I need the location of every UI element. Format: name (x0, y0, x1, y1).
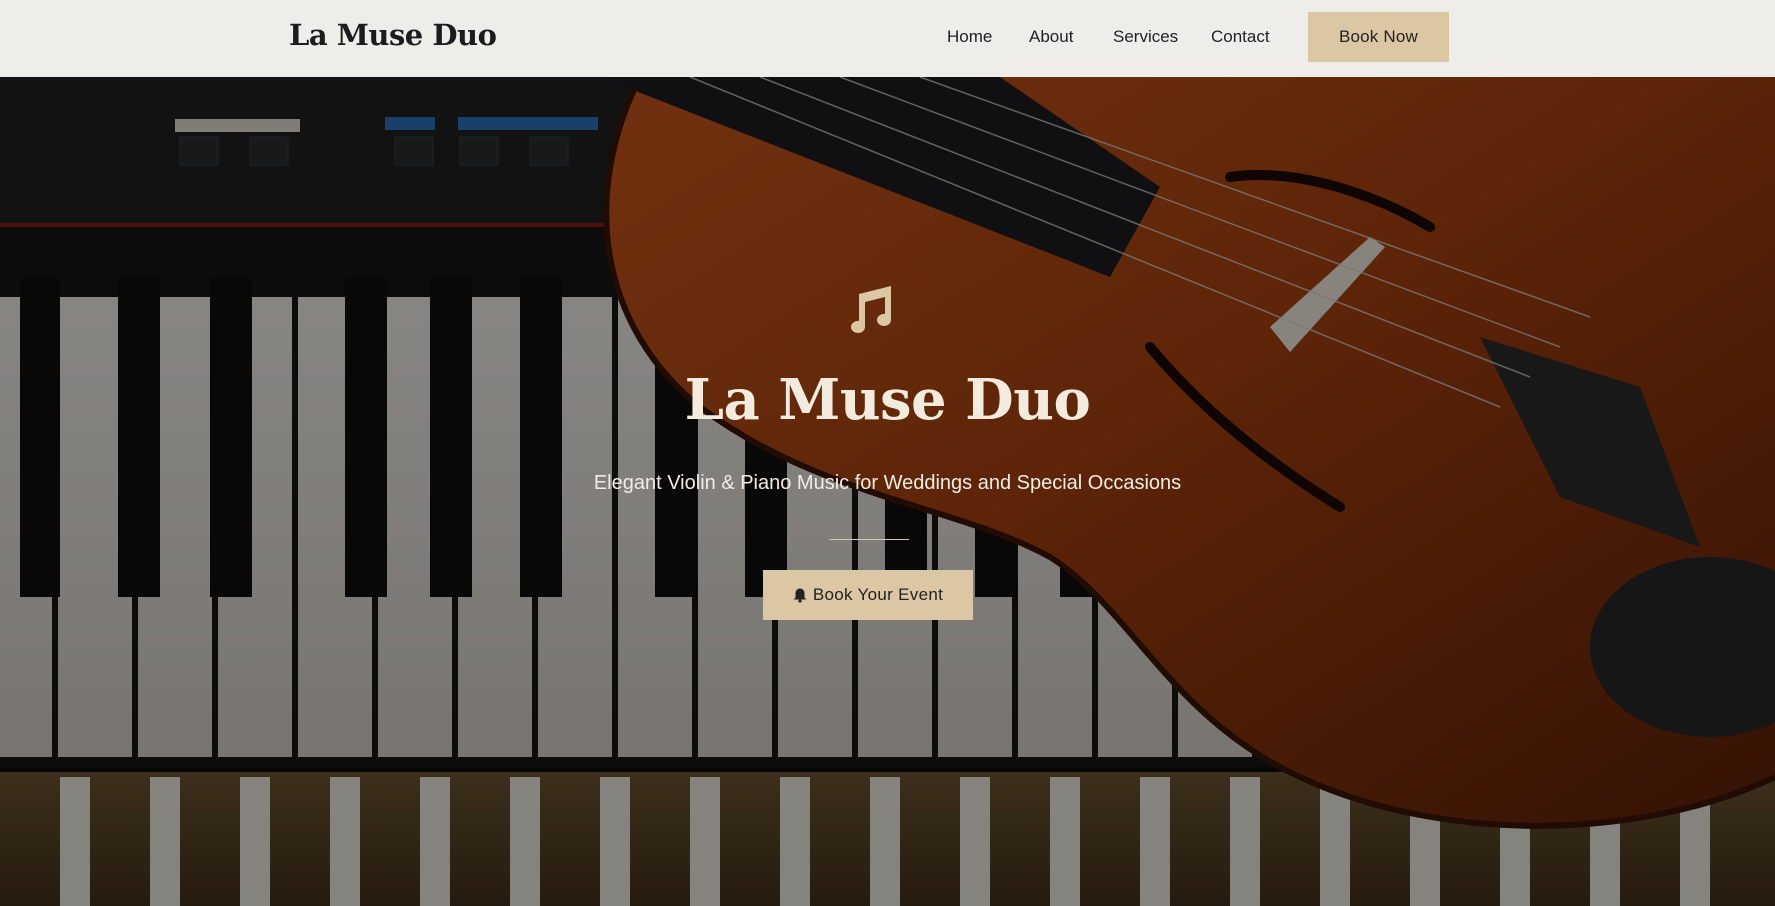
bell-icon (793, 588, 807, 603)
book-your-event-button[interactable]: Book Your Event (763, 570, 973, 620)
book-now-button[interactable]: Book Now (1308, 12, 1449, 62)
music-note-icon (851, 286, 891, 333)
main-nav: Home About Services Contact Book Now (0, 0, 1775, 77)
book-your-event-label: Book Your Event (812, 585, 944, 604)
nav-link-contact[interactable]: Contact (1211, 27, 1270, 47)
nav-link-about[interactable]: About (1029, 27, 1073, 47)
nav-link-services[interactable]: Services (1113, 27, 1178, 47)
hero-subtitle: Elegant Violin & Piano Music for Wedding… (593, 472, 1182, 494)
hero-title: La Muse Duo (684, 367, 1091, 433)
nav-link-home[interactable]: Home (947, 27, 992, 47)
hero-divider (829, 539, 909, 540)
site-header: La Muse Duo Home About Services Contact … (0, 0, 1775, 77)
hero-content: La Muse Duo Elegant Violin & Piano Music… (0, 77, 1775, 906)
hero-section: La Muse Duo Elegant Violin & Piano Music… (0, 77, 1775, 906)
